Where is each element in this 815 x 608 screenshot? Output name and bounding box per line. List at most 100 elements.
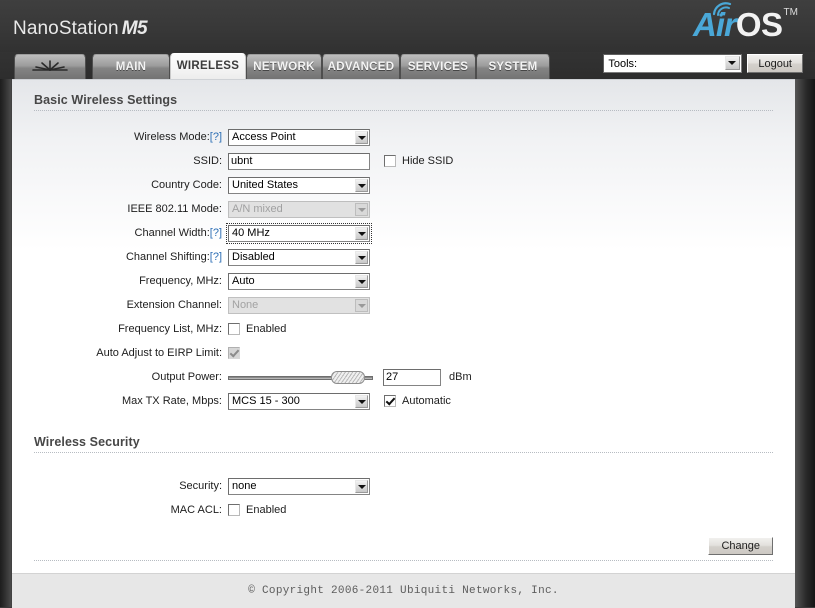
tab-system[interactable]: SYSTEM [476, 54, 550, 79]
country-code-select[interactable]: United States [228, 177, 370, 194]
hide-ssid-group: Hide SSID [384, 155, 453, 167]
tab-wireless[interactable]: WIRELESS [170, 53, 246, 80]
security-select[interactable]: none [228, 478, 370, 495]
hide-ssid-checkbox[interactable] [384, 155, 396, 167]
field-ieee-mode: A/N mixed [228, 201, 370, 218]
row-eirp-limit: Auto Adjust to EIRP Limit: [12, 341, 795, 365]
label-max-tx-rate: Max TX Rate, Mbps: [12, 395, 228, 408]
field-output-power: dBm [228, 369, 472, 386]
row-mac-acl: MAC ACL: Enabled [12, 498, 795, 522]
help-channel-shifting[interactable]: [?] [210, 251, 222, 263]
automatic-group: Automatic [384, 395, 451, 407]
tab-advanced[interactable]: ADVANCED [322, 54, 400, 79]
field-frequency-list: Enabled [228, 323, 286, 335]
product-name-text: NanoStation [13, 18, 119, 39]
channel-shifting-select[interactable]: Disabled [228, 249, 370, 266]
row-max-tx-rate: Max TX Rate, Mbps: MCS 15 - 300 Automati… [12, 389, 795, 413]
wireless-mode-select-wrap: Access Point [228, 129, 370, 146]
logout-button[interactable]: Logout [747, 54, 803, 73]
change-button-area: Change [708, 537, 773, 555]
extension-channel-select: None [228, 297, 370, 314]
slider-handle[interactable] [331, 371, 365, 384]
tab-network-label: NETWORK [253, 61, 315, 73]
label-eirp-limit: Auto Adjust to EIRP Limit: [12, 347, 228, 360]
ubiquiti-starburst-icon [30, 59, 70, 73]
airos-logo-os: OS [736, 6, 783, 43]
output-power-slider[interactable] [228, 369, 373, 386]
section-title-wireless-security: Wireless Security [34, 435, 146, 449]
output-power-unit: dBm [449, 371, 472, 383]
help-channel-width[interactable]: [?] [210, 227, 222, 239]
wireless-mode-select[interactable]: Access Point [228, 129, 370, 146]
security-select-wrap: none [228, 478, 370, 495]
footer-copyright: © Copyright 2006-2011 Ubiquiti Networks,… [12, 573, 795, 608]
automatic-checkbox[interactable] [384, 395, 396, 407]
tab-services-label: SERVICES [408, 61, 468, 73]
row-country-code: Country Code: United States [12, 173, 795, 197]
tab-home-logo[interactable] [14, 54, 86, 79]
row-channel-shifting: Channel Shifting:[?] Disabled [12, 245, 795, 269]
label-frequency-list: Frequency List, MHz: [12, 323, 228, 336]
field-wireless-mode: Access Point [228, 129, 370, 146]
airos-page: NanoStationM5 AirOSTM [0, 0, 815, 607]
tab-wireless-label: WIRELESS [177, 60, 239, 72]
country-code-select-wrap: United States [228, 177, 370, 194]
panel-bottom-divider [34, 560, 773, 561]
field-channel-shifting: Disabled [228, 249, 370, 266]
mac-acl-enabled-label: Enabled [246, 504, 286, 516]
field-country-code: United States [228, 177, 370, 194]
row-frequency: Frequency, MHz: Auto [12, 269, 795, 293]
frequency-select[interactable]: Auto [228, 273, 370, 290]
max-tx-rate-select[interactable]: MCS 15 - 300 [228, 393, 370, 410]
eirp-limit-checkbox [228, 347, 240, 359]
ieee-mode-select-wrap: A/N mixed [228, 201, 370, 218]
content-panel: Basic Wireless Settings Wireless Mode:[?… [12, 79, 795, 573]
basic-wireless-form: Wireless Mode:[?] Access Point SSID: [12, 125, 795, 413]
section-header-basic-wireless: Basic Wireless Settings [34, 93, 773, 111]
tools-dropdown-wrap: Tools: [603, 54, 742, 73]
tab-main[interactable]: MAIN [92, 54, 170, 79]
label-channel-width-text: Channel Width: [135, 227, 210, 239]
label-security: Security: [12, 480, 228, 493]
label-country-code: Country Code: [12, 179, 228, 192]
toolbar: Tools: Logout [603, 54, 803, 73]
output-power-input[interactable] [383, 369, 441, 386]
ssid-input[interactable] [228, 153, 370, 170]
automatic-label: Automatic [402, 395, 451, 407]
field-mac-acl: Enabled [228, 504, 286, 516]
wireless-security-form: Security: none MAC ACL: Enabled [12, 474, 795, 522]
field-security: none [228, 478, 370, 495]
row-ssid: SSID: Hide SSID [12, 149, 795, 173]
label-wireless-mode-text: Wireless Mode: [134, 131, 210, 143]
row-wireless-mode: Wireless Mode:[?] Access Point [12, 125, 795, 149]
field-max-tx-rate: MCS 15 - 300 Automatic [228, 393, 451, 410]
row-security: Security: none [12, 474, 795, 498]
section-title-basic-wireless: Basic Wireless Settings [34, 93, 183, 107]
row-extension-channel: Extension Channel: None [12, 293, 795, 317]
label-extension-channel: Extension Channel: [12, 299, 228, 312]
section-divider [34, 110, 773, 111]
field-ssid: Hide SSID [228, 153, 453, 170]
frequency-list-checkbox[interactable] [228, 323, 240, 335]
label-mac-acl: MAC ACL: [12, 504, 228, 517]
airos-logo-air: Air [693, 6, 736, 43]
label-ieee-mode: IEEE 802.11 Mode: [12, 203, 228, 216]
channel-width-select-wrap: 40 MHz [228, 225, 370, 242]
mac-acl-checkbox[interactable] [228, 504, 240, 516]
max-tx-rate-select-wrap: MCS 15 - 300 [228, 393, 370, 410]
tab-services[interactable]: SERVICES [400, 54, 476, 79]
channel-width-select[interactable]: 40 MHz [228, 225, 370, 242]
row-frequency-list: Frequency List, MHz: Enabled [12, 317, 795, 341]
product-title: NanoStationM5 [13, 18, 147, 40]
section-divider [34, 452, 773, 453]
change-button[interactable]: Change [708, 537, 773, 555]
ieee-mode-select: A/N mixed [228, 201, 370, 218]
label-channel-width: Channel Width:[?] [12, 227, 228, 240]
top-banner: NanoStationM5 AirOSTM [0, 0, 815, 52]
row-ieee-mode: IEEE 802.11 Mode: A/N mixed [12, 197, 795, 221]
frequency-list-enabled-label: Enabled [246, 323, 286, 335]
help-wireless-mode[interactable]: [?] [210, 131, 222, 143]
label-frequency: Frequency, MHz: [12, 275, 228, 288]
tools-select[interactable]: Tools: [603, 54, 742, 73]
tab-network[interactable]: NETWORK [246, 54, 322, 79]
